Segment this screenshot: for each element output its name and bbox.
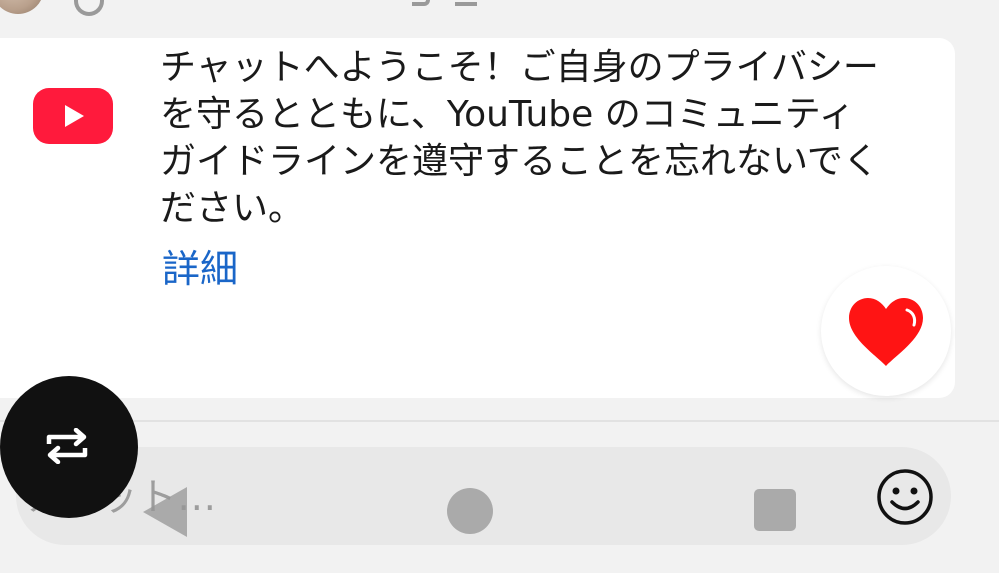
recents-square-icon[interactable]: [754, 489, 796, 531]
heart-icon: [849, 298, 923, 366]
cropped-text-fragment: [74, 0, 104, 16]
heart-reaction-button[interactable]: [821, 266, 951, 396]
learn-more-link[interactable]: 詳細: [162, 246, 238, 292]
play-icon: [65, 105, 84, 127]
cropped-text-fragment: [455, 0, 477, 6]
smiley-icon[interactable]: [876, 468, 934, 526]
back-triangle-icon[interactable]: [143, 487, 187, 537]
avatar: [0, 0, 44, 14]
welcome-message: チャットへようこそ！ご自身のプライバシーを守るとともに、YouTube のコミュ…: [160, 47, 879, 229]
rotate-screen-button[interactable]: [0, 376, 138, 518]
home-circle-icon[interactable]: [447, 488, 493, 534]
repeat-icon: [46, 428, 88, 464]
youtube-logo-icon: [33, 88, 113, 144]
live-chat-screen: チャットへようこそ！ご自身のプライバシーを守るとともに、YouTube のコミュ…: [0, 0, 999, 573]
divider: [0, 420, 999, 422]
cropped-text-fragment: [412, 0, 430, 6]
